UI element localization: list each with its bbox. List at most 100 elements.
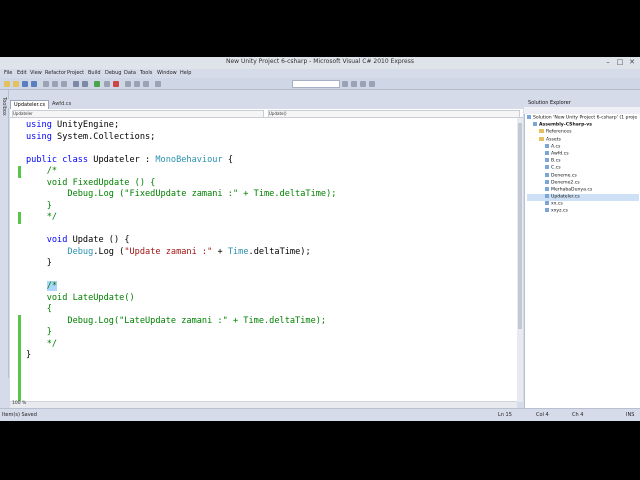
zoom-level[interactable]: 100 %: [12, 401, 26, 406]
change-marker: [18, 212, 21, 224]
code-line[interactable]: Debug.Log("LateUpdate zamani :" + Time.d…: [26, 316, 336, 328]
code-line[interactable]: */: [26, 212, 336, 224]
code-token: Debug.Log("LateUpdate zamani :" + Time.d…: [26, 315, 327, 326]
toolbox-tab[interactable]: Toolbox: [1, 97, 7, 116]
save-all-icon[interactable]: [31, 81, 37, 87]
stop-icon[interactable]: [113, 81, 119, 87]
menu-debug[interactable]: Debug: [105, 70, 121, 76]
solution-explorer-icon[interactable]: [342, 81, 348, 87]
menu-build[interactable]: Build: [88, 70, 101, 76]
code-line[interactable]: void LateUpdate(): [26, 293, 336, 305]
step-over-icon[interactable]: [134, 81, 140, 87]
code-token: MonoBehaviour: [155, 154, 223, 165]
tree-item[interactable]: Deneme2.cs: [527, 179, 639, 187]
code-content[interactable]: using UnityEngine; using System.Collectio…: [26, 120, 336, 362]
code-line[interactable]: }: [26, 350, 336, 362]
tree-item[interactable]: Assembly-CSharp-vs: [527, 122, 639, 129]
open-folder-icon[interactable]: [13, 81, 19, 87]
new-project-icon[interactable]: [4, 81, 10, 87]
menu-data[interactable]: Data: [124, 70, 136, 76]
tree-item[interactable]: Deneme.cs: [527, 172, 639, 180]
code-line[interactable]: public class Updateler : MonoBehaviour {: [26, 155, 336, 167]
tree-item-label: Deneme2.cs: [551, 180, 580, 186]
find-icon[interactable]: [155, 81, 161, 87]
tree-item[interactable]: A.cs: [527, 143, 639, 151]
code-line[interactable]: [26, 224, 336, 236]
tree-item[interactable]: Solution 'New Unity Project 6-csharp' (1…: [527, 115, 639, 122]
object-browser-icon[interactable]: [360, 81, 366, 87]
menu-edit[interactable]: Edit: [17, 70, 27, 76]
code-line[interactable]: /*: [26, 166, 336, 178]
start-debugging-icon[interactable]: [94, 81, 100, 87]
tree-item[interactable]: MerhabaDunya.cs: [527, 186, 639, 194]
menu-view[interactable]: View: [30, 70, 42, 76]
code-line[interactable]: void Update () {: [26, 235, 336, 247]
menu-window[interactable]: Window: [157, 70, 177, 76]
step-into-icon[interactable]: [125, 81, 131, 87]
code-line[interactable]: }: [26, 327, 336, 339]
change-marker: [18, 315, 21, 407]
tree-item[interactable]: C.cs: [527, 165, 639, 172]
paste-icon[interactable]: [61, 81, 67, 87]
code-line[interactable]: */: [26, 339, 336, 351]
tab-updateler[interactable]: Updateler.cs: [10, 100, 50, 109]
cut-icon[interactable]: [43, 81, 49, 87]
code-line[interactable]: /*: [26, 281, 336, 293]
menu-help[interactable]: Help: [180, 70, 191, 76]
tree-item[interactable]: B.cs: [527, 158, 639, 165]
code-line[interactable]: [26, 143, 336, 155]
code-token: void LateUpdate(): [26, 292, 135, 303]
code-token: .Log (: [93, 246, 125, 257]
close-button[interactable]: ✕: [626, 58, 638, 66]
tree-item-label: MerhabaDunya.cs: [551, 187, 593, 193]
tree-item-label: A.cs: [551, 144, 561, 150]
properties-icon[interactable]: [351, 81, 357, 87]
folder-icon: [539, 136, 544, 141]
tree-item[interactable]: Assets: [527, 136, 639, 144]
minimize-button[interactable]: –: [602, 58, 614, 66]
tree-item[interactable]: Updateler.cs: [527, 194, 639, 202]
code-line[interactable]: using System.Collections;: [26, 132, 336, 144]
code-token: }: [26, 200, 52, 211]
toolbox-icon[interactable]: [369, 81, 375, 87]
tree-item[interactable]: Awfd.cs: [527, 150, 639, 158]
pause-icon[interactable]: [104, 81, 110, 87]
find-combo[interactable]: [292, 80, 340, 88]
code-line[interactable]: Debug.Log ("Update zamani :" + Time.delt…: [26, 247, 336, 259]
menu-tools[interactable]: Tools: [140, 70, 152, 76]
tab-awfd[interactable]: Awfd.cs: [49, 100, 74, 108]
code-line[interactable]: using UnityEngine;: [26, 120, 336, 132]
undo-icon[interactable]: [73, 81, 79, 87]
status-insert-mode: INS: [626, 412, 635, 418]
csharp-file-icon: [545, 179, 549, 184]
copy-icon[interactable]: [52, 81, 58, 87]
code-token: void: [46, 235, 68, 245]
member-dropdown[interactable]: Update(): [268, 110, 520, 118]
code-line[interactable]: {: [26, 304, 336, 316]
step-out-icon[interactable]: [143, 81, 149, 87]
tree-item[interactable]: xx.cs: [527, 201, 639, 208]
tree-item[interactable]: xxyz.cs: [527, 208, 639, 215]
tree-item[interactable]: References: [527, 129, 639, 136]
tree-item-label: C.cs: [551, 165, 561, 171]
redo-icon[interactable]: [82, 81, 88, 87]
code-line[interactable]: Debug.Log ("FixedUpdate zamani :" + Time…: [26, 189, 336, 201]
menu-project[interactable]: Project: [67, 70, 84, 76]
solution-explorer-title: Solution Explorer: [528, 100, 571, 106]
type-dropdown[interactable]: Updateler: [12, 110, 264, 118]
csharp-file-icon: [545, 186, 549, 191]
save-icon[interactable]: [22, 81, 28, 87]
member-dropdown-value: Update(): [269, 111, 287, 116]
code-token: Update () {: [67, 235, 130, 245]
code-line[interactable]: void FixedUpdate () {: [26, 178, 336, 190]
scrollbar-thumb[interactable]: [518, 123, 522, 329]
solution-explorer-toolbar: [524, 107, 640, 114]
code-line[interactable]: [26, 270, 336, 282]
menu-file[interactable]: File: [4, 70, 12, 76]
code-line[interactable]: }: [26, 201, 336, 213]
maximize-button[interactable]: □: [614, 58, 626, 66]
code-line[interactable]: }: [26, 258, 336, 270]
menu-refactor[interactable]: Refactor: [45, 70, 66, 76]
